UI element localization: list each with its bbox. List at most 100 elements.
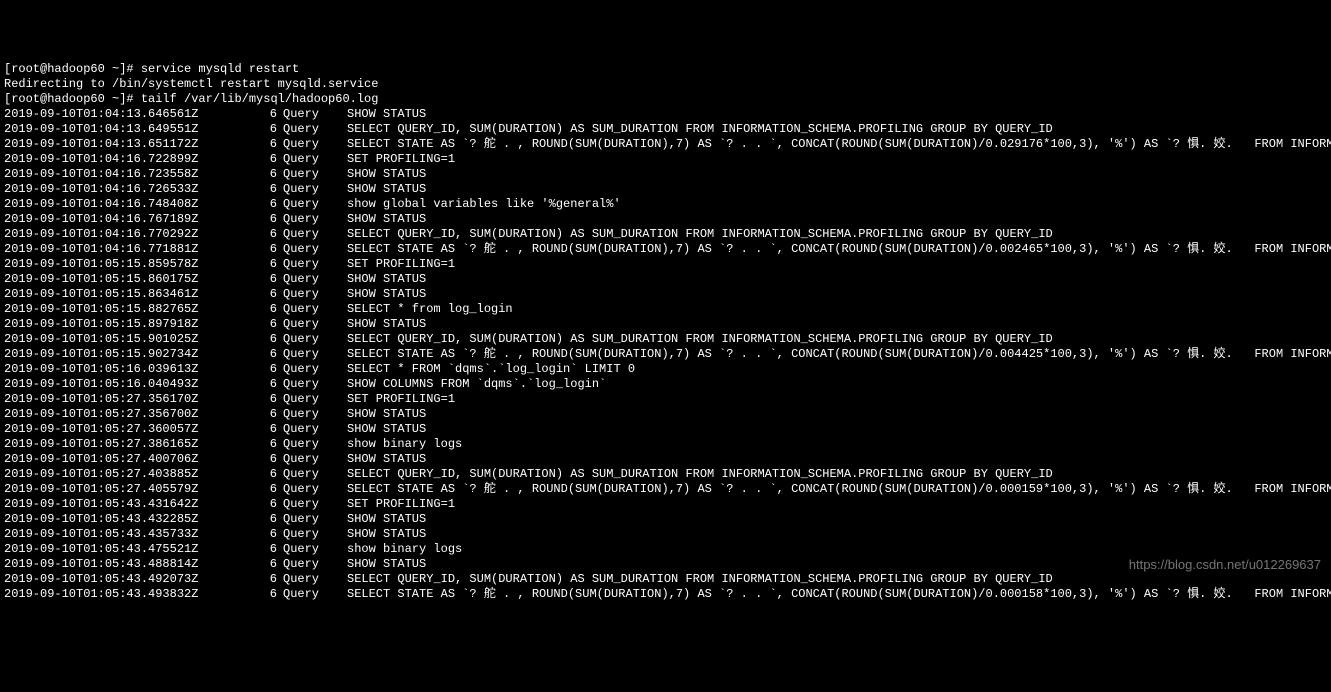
log-thread-id: 6 [259, 227, 277, 242]
log-line: 2019-09-10T01:05:15.863461Z6QuerySHOW ST… [4, 287, 1327, 302]
log-timestamp: 2019-09-10T01:05:15.863461Z [4, 287, 259, 302]
log-query: SHOW STATUS [347, 422, 426, 436]
terminal-output[interactable]: [root@hadoop60 ~]# service mysqld restar… [4, 62, 1327, 602]
log-timestamp: 2019-09-10T01:05:27.405579Z [4, 482, 259, 497]
log-thread-id: 6 [259, 377, 277, 392]
log-timestamp: 2019-09-10T01:05:43.435733Z [4, 527, 259, 542]
log-thread-id: 6 [259, 287, 277, 302]
log-query: SHOW STATUS [347, 452, 426, 466]
log-thread-id: 6 [259, 347, 277, 362]
log-type: Query [277, 272, 347, 287]
log-type: Query [277, 467, 347, 482]
log-thread-id: 6 [259, 332, 277, 347]
log-query: SHOW STATUS [347, 287, 426, 301]
log-line: 2019-09-10T01:04:13.646561Z6QuerySHOW ST… [4, 107, 1327, 122]
log-timestamp: 2019-09-10T01:04:13.649551Z [4, 122, 259, 137]
log-type: Query [277, 242, 347, 257]
log-thread-id: 6 [259, 437, 277, 452]
log-line: 2019-09-10T01:05:15.859578Z6QuerySET PRO… [4, 257, 1327, 272]
log-timestamp: 2019-09-10T01:04:16.726533Z [4, 182, 259, 197]
log-query: show binary logs [347, 542, 462, 556]
log-timestamp: 2019-09-10T01:05:43.492073Z [4, 572, 259, 587]
shell-prompt-line: [root@hadoop60 ~]# service mysqld restar… [4, 62, 1327, 77]
log-type: Query [277, 197, 347, 212]
log-line: 2019-09-10T01:04:16.770292Z6QuerySELECT … [4, 227, 1327, 242]
log-thread-id: 6 [259, 392, 277, 407]
log-line: 2019-09-10T01:05:15.860175Z6QuerySHOW ST… [4, 272, 1327, 287]
log-type: Query [277, 482, 347, 497]
log-type: Query [277, 182, 347, 197]
log-line: 2019-09-10T01:05:27.400706Z6QuerySHOW ST… [4, 452, 1327, 467]
log-line: 2019-09-10T01:05:27.386165Z6Queryshow bi… [4, 437, 1327, 452]
log-timestamp: 2019-09-10T01:05:16.040493Z [4, 377, 259, 392]
log-type: Query [277, 317, 347, 332]
log-thread-id: 6 [259, 572, 277, 587]
log-type: Query [277, 512, 347, 527]
log-line: 2019-09-10T01:05:16.039613Z6QuerySELECT … [4, 362, 1327, 377]
log-thread-id: 6 [259, 197, 277, 212]
log-thread-id: 6 [259, 497, 277, 512]
log-type: Query [277, 257, 347, 272]
log-timestamp: 2019-09-10T01:04:16.767189Z [4, 212, 259, 227]
log-thread-id: 6 [259, 242, 277, 257]
log-type: Query [277, 497, 347, 512]
log-type: Query [277, 557, 347, 572]
log-type: Query [277, 347, 347, 362]
log-query: SELECT STATE AS `? 舵 . , ROUND(SUM(DURAT… [347, 137, 1331, 151]
log-query: SET PROFILING=1 [347, 152, 455, 166]
log-timestamp: 2019-09-10T01:04:16.722899Z [4, 152, 259, 167]
log-type: Query [277, 362, 347, 377]
log-type: Query [277, 332, 347, 347]
log-query: SHOW STATUS [347, 407, 426, 421]
log-type: Query [277, 392, 347, 407]
log-timestamp: 2019-09-10T01:04:16.771881Z [4, 242, 259, 257]
log-thread-id: 6 [259, 587, 277, 602]
log-query: SELECT STATE AS `? 舵 . , ROUND(SUM(DURAT… [347, 587, 1331, 601]
log-type: Query [277, 407, 347, 422]
log-line: 2019-09-10T01:05:15.882765Z6QuerySELECT … [4, 302, 1327, 317]
log-query: SHOW STATUS [347, 107, 426, 121]
log-query: SELECT QUERY_ID, SUM(DURATION) AS SUM_DU… [347, 572, 1053, 586]
log-query: SELECT QUERY_ID, SUM(DURATION) AS SUM_DU… [347, 332, 1053, 346]
log-line: 2019-09-10T01:04:13.649551Z6QuerySELECT … [4, 122, 1327, 137]
log-thread-id: 6 [259, 257, 277, 272]
shell-output-line: Redirecting to /bin/systemctl restart my… [4, 77, 1327, 92]
log-timestamp: 2019-09-10T01:05:27.356170Z [4, 392, 259, 407]
log-query: SHOW STATUS [347, 557, 426, 571]
log-timestamp: 2019-09-10T01:04:16.723558Z [4, 167, 259, 182]
log-timestamp: 2019-09-10T01:04:13.651172Z [4, 137, 259, 152]
log-thread-id: 6 [259, 272, 277, 287]
log-thread-id: 6 [259, 212, 277, 227]
log-timestamp: 2019-09-10T01:05:27.386165Z [4, 437, 259, 452]
log-line: 2019-09-10T01:04:16.723558Z6QuerySHOW ST… [4, 167, 1327, 182]
log-query: SHOW STATUS [347, 512, 426, 526]
log-type: Query [277, 437, 347, 452]
log-line: 2019-09-10T01:05:43.435733Z6QuerySHOW ST… [4, 527, 1327, 542]
log-type: Query [277, 572, 347, 587]
log-query: SHOW STATUS [347, 182, 426, 196]
log-thread-id: 6 [259, 152, 277, 167]
log-line: 2019-09-10T01:05:43.493832Z6QuerySELECT … [4, 587, 1327, 602]
log-query: SELECT QUERY_ID, SUM(DURATION) AS SUM_DU… [347, 122, 1053, 136]
log-timestamp: 2019-09-10T01:05:15.902734Z [4, 347, 259, 362]
log-timestamp: 2019-09-10T01:05:27.360057Z [4, 422, 259, 437]
log-type: Query [277, 587, 347, 602]
log-thread-id: 6 [259, 557, 277, 572]
log-query: SET PROFILING=1 [347, 257, 455, 271]
log-thread-id: 6 [259, 137, 277, 152]
log-timestamp: 2019-09-10T01:05:27.356700Z [4, 407, 259, 422]
log-query: SET PROFILING=1 [347, 392, 455, 406]
log-thread-id: 6 [259, 362, 277, 377]
log-timestamp: 2019-09-10T01:05:15.901025Z [4, 332, 259, 347]
log-query: show binary logs [347, 437, 462, 451]
log-type: Query [277, 377, 347, 392]
log-query: SELECT QUERY_ID, SUM(DURATION) AS SUM_DU… [347, 467, 1053, 481]
log-timestamp: 2019-09-10T01:05:43.431642Z [4, 497, 259, 512]
log-line: 2019-09-10T01:05:15.902734Z6QuerySELECT … [4, 347, 1327, 362]
log-line: 2019-09-10T01:05:43.492073Z6QuerySELECT … [4, 572, 1327, 587]
log-thread-id: 6 [259, 107, 277, 122]
log-line: 2019-09-10T01:05:43.475521Z6Queryshow bi… [4, 542, 1327, 557]
log-query: SHOW COLUMNS FROM `dqms`.`log_login` [347, 377, 606, 391]
log-line: 2019-09-10T01:05:16.040493Z6QuerySHOW CO… [4, 377, 1327, 392]
log-type: Query [277, 452, 347, 467]
